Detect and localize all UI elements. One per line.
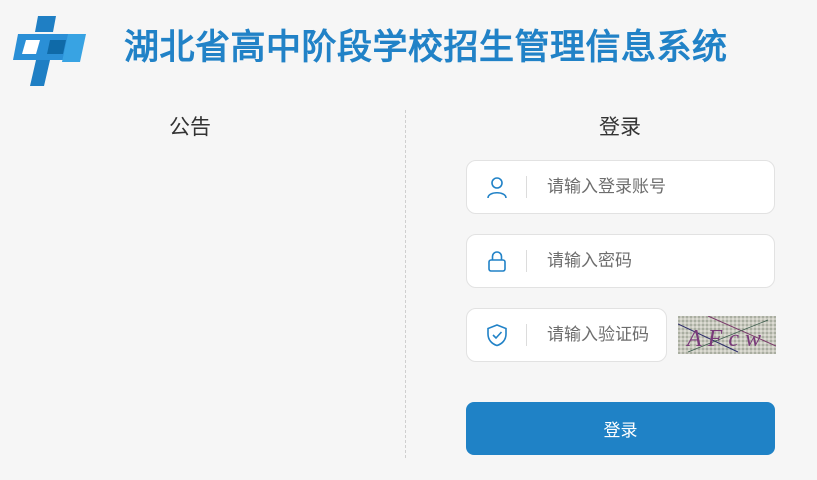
user-icon [487, 177, 507, 199]
notice-title: 公告 [169, 115, 211, 139]
username-field[interactable] [466, 160, 775, 214]
captcha-input[interactable] [547, 317, 662, 353]
password-input[interactable] [547, 243, 762, 279]
captcha-text: AFcw [685, 326, 767, 352]
field-separator [526, 324, 527, 346]
login-button[interactable]: 登录 [466, 402, 775, 455]
login-page: 湖北省高中阶段学校招生管理信息系统 公告 登录 请输入登录账号 请输入验证码 A… [0, 0, 817, 480]
captcha-image[interactable]: AFcw [678, 316, 776, 354]
header: 湖北省高中阶段学校招生管理信息系统 [0, 0, 817, 100]
field-separator [526, 176, 527, 198]
system-logo-icon [13, 16, 86, 86]
captcha-field[interactable] [466, 308, 667, 362]
login-title: 登录 [599, 115, 641, 139]
password-field[interactable] [466, 234, 775, 288]
shield-check-icon [487, 324, 507, 347]
field-separator [526, 250, 527, 272]
lock-icon [488, 251, 506, 272]
site-title: 湖北省高中阶段学校招生管理信息系统 [124, 28, 728, 68]
username-input[interactable] [547, 169, 762, 205]
divider [405, 110, 406, 458]
